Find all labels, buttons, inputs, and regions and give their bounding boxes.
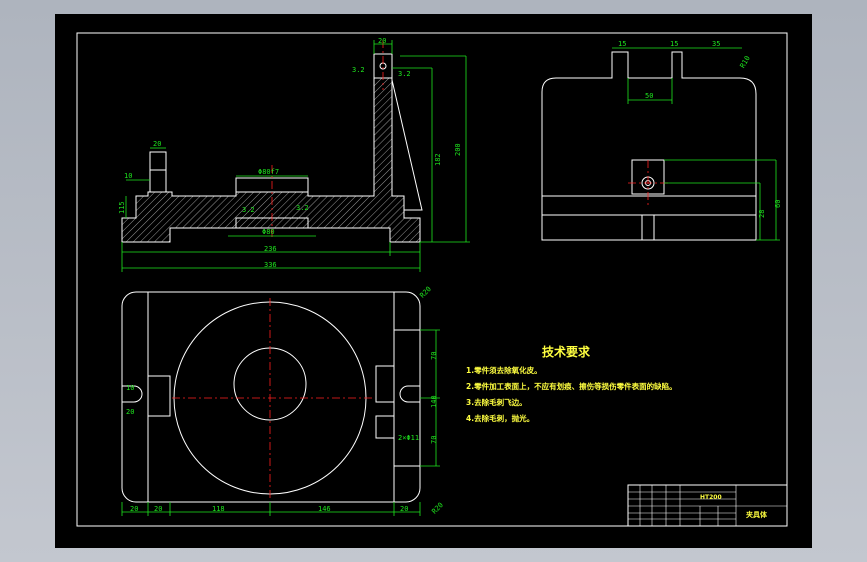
dim-top-118: 118 xyxy=(212,505,225,513)
dim-336: 336 xyxy=(264,261,277,269)
dim-top-140: 140 xyxy=(430,395,438,408)
dim-182: 182 xyxy=(434,153,442,166)
dim-side-15b: 15 xyxy=(670,40,678,48)
dim-side-50: 50 xyxy=(645,92,653,100)
dim-200: 200 xyxy=(454,143,462,156)
dim-side-28: 28 xyxy=(758,210,766,218)
tech-req-item-3: 3.去除毛刺飞边。 xyxy=(466,397,527,407)
dim-top-20d: 20 xyxy=(126,408,134,416)
dim-phi80-bottom: Φ80 xyxy=(262,228,275,236)
drawing-sheet xyxy=(55,14,812,548)
tech-req-item-2: 2.零件加工表面上，不应有划痕、擦伤等损伤零件表面的缺陷。 xyxy=(466,381,677,391)
dim-top-70b: 70 xyxy=(430,436,438,444)
tech-req-item-1: 1.零件须去除氧化皮。 xyxy=(466,365,542,375)
dim-top-20a: 20 xyxy=(130,505,138,513)
dim-236: 236 xyxy=(264,245,277,253)
dim-ra-mid2: 3.2 xyxy=(242,206,255,214)
cad-drawing: 236 336 Φ80f7 Φ80 182 200 20 3.2 3.2 20 … xyxy=(55,14,812,548)
dim-ra-top: 3.2 xyxy=(352,66,365,74)
dim-115: 115 xyxy=(118,201,126,214)
dim-top-20b: 20 xyxy=(154,505,162,513)
title-part-name: 夹具体 xyxy=(746,510,768,519)
dim-top-hole: 2×Φ11 xyxy=(398,434,419,442)
dim-top-146: 146 xyxy=(318,505,331,513)
dim-side-60: 60 xyxy=(774,200,782,208)
dim-phi80-top: Φ80f7 xyxy=(258,168,279,176)
tech-req-item-4: 4.去除毛刺，抛光。 xyxy=(466,413,534,423)
dim-top-10: 10 xyxy=(126,384,134,392)
dim-ra-mid: 3.2 xyxy=(296,204,309,212)
title-material: HT200 xyxy=(700,494,722,501)
dim-top-70: 70 xyxy=(430,352,438,360)
dim-top-20: 20 xyxy=(378,37,386,45)
dim-side-35: 35 xyxy=(712,40,720,48)
dim-tol-top: 3.2 xyxy=(398,70,411,78)
dim-top-20c: 20 xyxy=(400,505,408,513)
dim-side-15: 15 xyxy=(618,40,626,48)
tech-req-title: 技术要求 xyxy=(542,344,591,359)
dim-lug-20: 20 xyxy=(153,140,161,148)
dim-lug-10: 10 xyxy=(124,172,132,180)
cad-viewport: 236 336 Φ80f7 Φ80 182 200 20 3.2 3.2 20 … xyxy=(0,0,867,562)
